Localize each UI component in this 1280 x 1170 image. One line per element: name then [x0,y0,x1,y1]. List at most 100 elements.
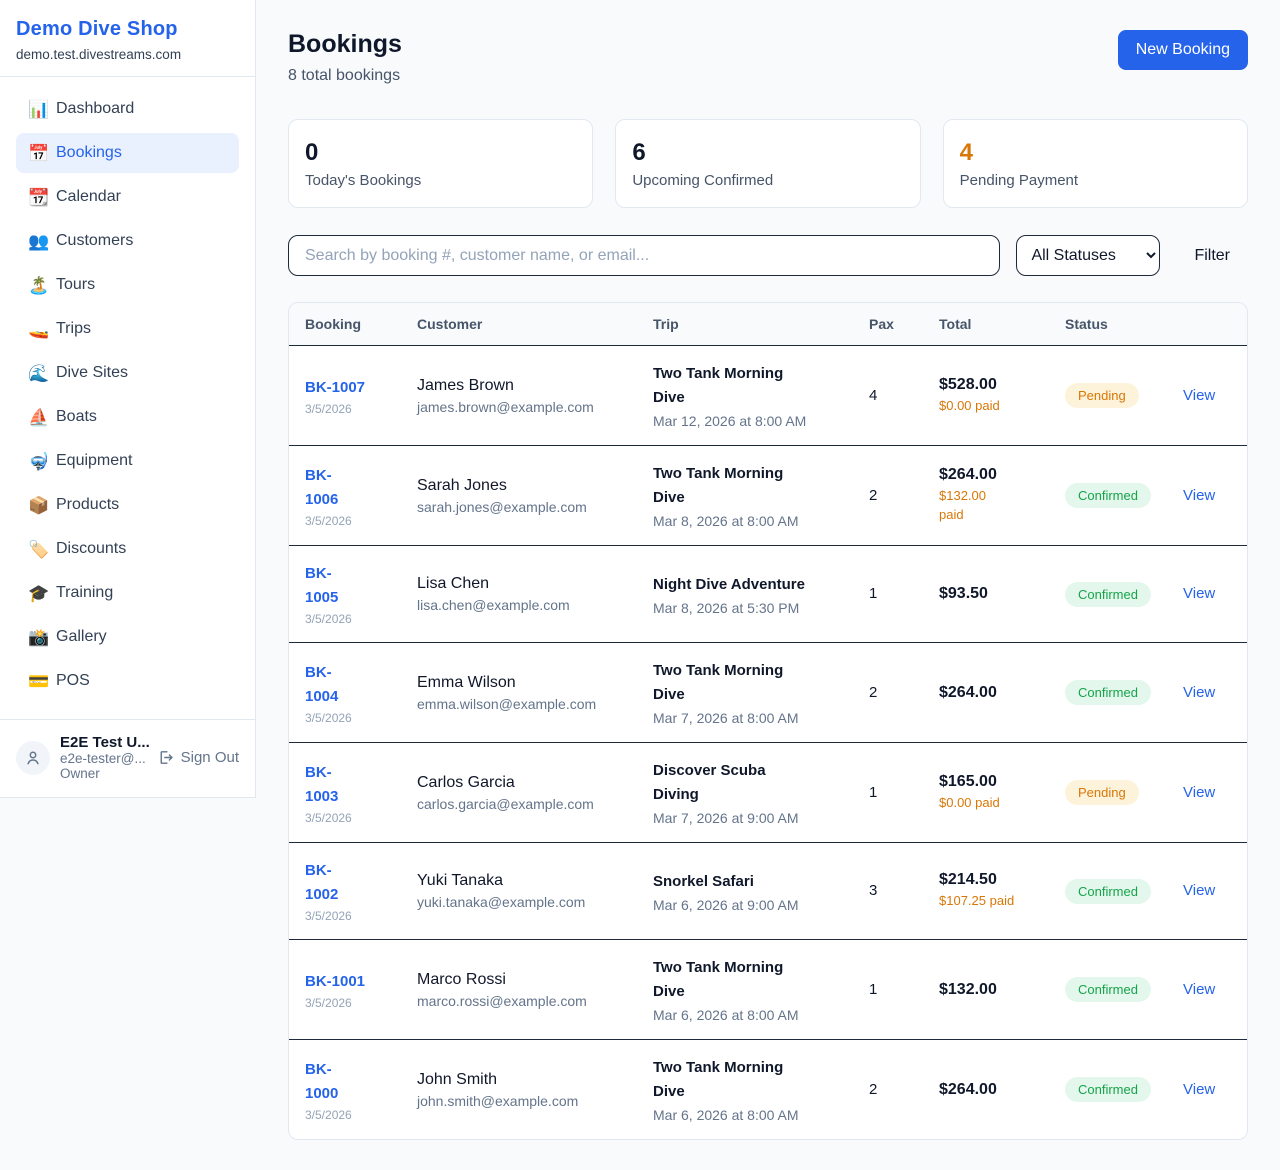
booking-id-link[interactable]: BK-1000 [305,1058,338,1106]
trips-icon: 🚤 [28,321,56,338]
view-link[interactable]: View [1183,784,1215,801]
view-link[interactable]: View [1183,585,1215,602]
trip-name: Snorkel Safari [653,870,837,894]
sidebar-item-equipment[interactable]: 🤿Equipment [16,441,239,481]
view-link[interactable]: View [1183,882,1215,899]
booking-id-link[interactable]: BK-1005 [305,562,338,610]
filter-button[interactable]: Filter [1176,239,1248,273]
booking-date: 3/5/2026 [305,514,385,528]
sidebar-item-discounts[interactable]: 🏷️Discounts [16,529,239,569]
pax-value: 2 [869,684,877,701]
booking-id-link[interactable]: BK-1006 [305,464,338,512]
total-amount: $264.00 [939,684,1033,702]
sidebar-item-gallery[interactable]: 📸Gallery [16,617,239,657]
customer-name: Lisa Chen [417,575,621,593]
table-row: BK-10023/5/2026Yuki Tanakayuki.tanaka@ex… [289,843,1247,940]
stat-value: 4 [960,139,1231,167]
sidebar-item-tours[interactable]: 🏝️Tours [16,265,239,305]
total-cell: $214.50$107.25 paid [923,843,1049,940]
customer-cell: Yuki Tanakayuki.tanaka@example.com [401,843,637,940]
sidebar-item-customers[interactable]: 👥Customers [16,221,239,261]
sidebar-item-training[interactable]: 🎓Training [16,573,239,613]
status-badge: Confirmed [1065,1077,1151,1102]
booking-id-link[interactable]: BK-1007 [305,376,365,400]
customer-cell: Marco Rossimarco.rossi@example.com [401,940,637,1040]
sidebar-item-label: Boats [56,408,97,426]
view-link[interactable]: View [1183,684,1215,701]
stat-value: 0 [305,139,576,167]
page-title: Bookings [288,30,402,59]
new-booking-button[interactable]: New Booking [1118,30,1248,70]
sidebar-item-dive-sites[interactable]: 🌊Dive Sites [16,353,239,393]
booking-date: 3/5/2026 [305,612,385,626]
sign-out-button[interactable]: Sign Out [157,749,239,766]
booking-id-link[interactable]: BK-1002 [305,859,338,907]
sidebar-item-products[interactable]: 📦Products [16,485,239,525]
view-link[interactable]: View [1183,981,1215,998]
sidebar-item-calendar[interactable]: 📆Calendar [16,177,239,217]
pos-icon: 💳 [28,673,56,690]
view-link[interactable]: View [1183,1081,1215,1098]
pax-value: 2 [869,487,877,504]
table-header: BookingCustomerTripPaxTotalStatus [289,303,1247,346]
dashboard-icon: 📊 [28,101,56,118]
user-role: Owner [60,766,147,781]
products-icon: 📦 [28,497,56,514]
total-cell: $264.00$132.00paid [923,446,1049,546]
table-row: BK-10073/5/2026James Brownjames.brown@ex… [289,346,1247,446]
status-badge: Confirmed [1065,582,1151,607]
bookings-table-card: BookingCustomerTripPaxTotalStatus BK-100… [288,302,1248,1140]
total-amount: $264.00 [939,466,1033,484]
booking-date: 3/5/2026 [305,1108,385,1122]
user-meta: E2E Test U... e2e-tester@... Owner [60,734,147,781]
status-cell: Pending [1049,743,1167,843]
trip-datetime: Mar 7, 2026 at 9:00 AM [653,810,837,826]
status-cell: Confirmed [1049,643,1167,743]
customer-name: Marco Rossi [417,971,621,989]
search-input[interactable] [288,235,1000,276]
pax-value: 4 [869,387,877,404]
customer-cell: Sarah Jonessarah.jones@example.com [401,446,637,546]
customer-email: carlos.garcia@example.com [417,796,621,812]
view-link[interactable]: View [1183,487,1215,504]
status-cell: Confirmed [1049,446,1167,546]
trip-cell: Snorkel Safari Mar 6, 2026 at 9:00 AM [637,843,853,940]
trip-name: Two Tank MorningDive [653,362,837,410]
trip-datetime: Mar 12, 2026 at 8:00 AM [653,413,837,429]
sidebar-item-boats[interactable]: ⛵Boats [16,397,239,437]
avatar [16,741,50,775]
pax-cell: 2 [853,1040,923,1140]
view-link[interactable]: View [1183,387,1215,404]
trip-datetime: Mar 8, 2026 at 8:00 AM [653,513,837,529]
trip-name: Night Dive Adventure [653,573,837,597]
table-row: BK-1006 3/5/2026 Sarah Jonessarah.jones@ex… [289,446,1247,546]
table-row: BK-10033/5/2026Carlos Garciacarlos.garci… [289,743,1247,843]
boats-icon: ⛵ [28,409,56,426]
status-filter-select[interactable]: All Statuses [1016,235,1160,276]
trip-name: Two Tank MorningDive [653,462,837,510]
sidebar-item-label: Tours [56,276,95,294]
calendar-icon: 📆 [28,189,56,206]
action-cell: View [1167,843,1247,940]
booking-id-link[interactable]: BK-1004 [305,661,338,709]
paid-amount: $107.25 paid [939,892,1033,911]
booking-id-link[interactable]: BK-1003 [305,761,338,809]
status-cell: Pending [1049,346,1167,446]
trip-datetime: Mar 6, 2026 at 8:00 AM [653,1007,837,1023]
booking-cell: BK-1005 3/5/2026 [289,546,401,643]
equipment-icon: 🤿 [28,453,56,470]
sidebar-item-bookings[interactable]: 📅Bookings [16,133,239,173]
customer-cell: John Smithjohn.smith@example.com [401,1040,637,1140]
trip-datetime: Mar 6, 2026 at 9:00 AM [653,897,837,913]
brand-title: Demo Dive Shop [16,18,239,41]
sidebar-item-trips[interactable]: 🚤Trips [16,309,239,349]
bookings-icon: 📅 [28,145,56,162]
sidebar-item-dashboard[interactable]: 📊Dashboard [16,89,239,129]
trip-datetime: Mar 6, 2026 at 8:00 AM [653,1107,837,1123]
stat-card-2: 4Pending Payment [943,119,1248,208]
trip-cell: Night Dive AdventureMar 8, 2026 at 5:30 … [637,546,853,643]
booking-cell: BK-10023/5/2026 [289,843,401,940]
sidebar-item-pos[interactable]: 💳POS [16,661,239,701]
booking-id-link[interactable]: BK-1001 [305,970,365,994]
gallery-icon: 📸 [28,629,56,646]
